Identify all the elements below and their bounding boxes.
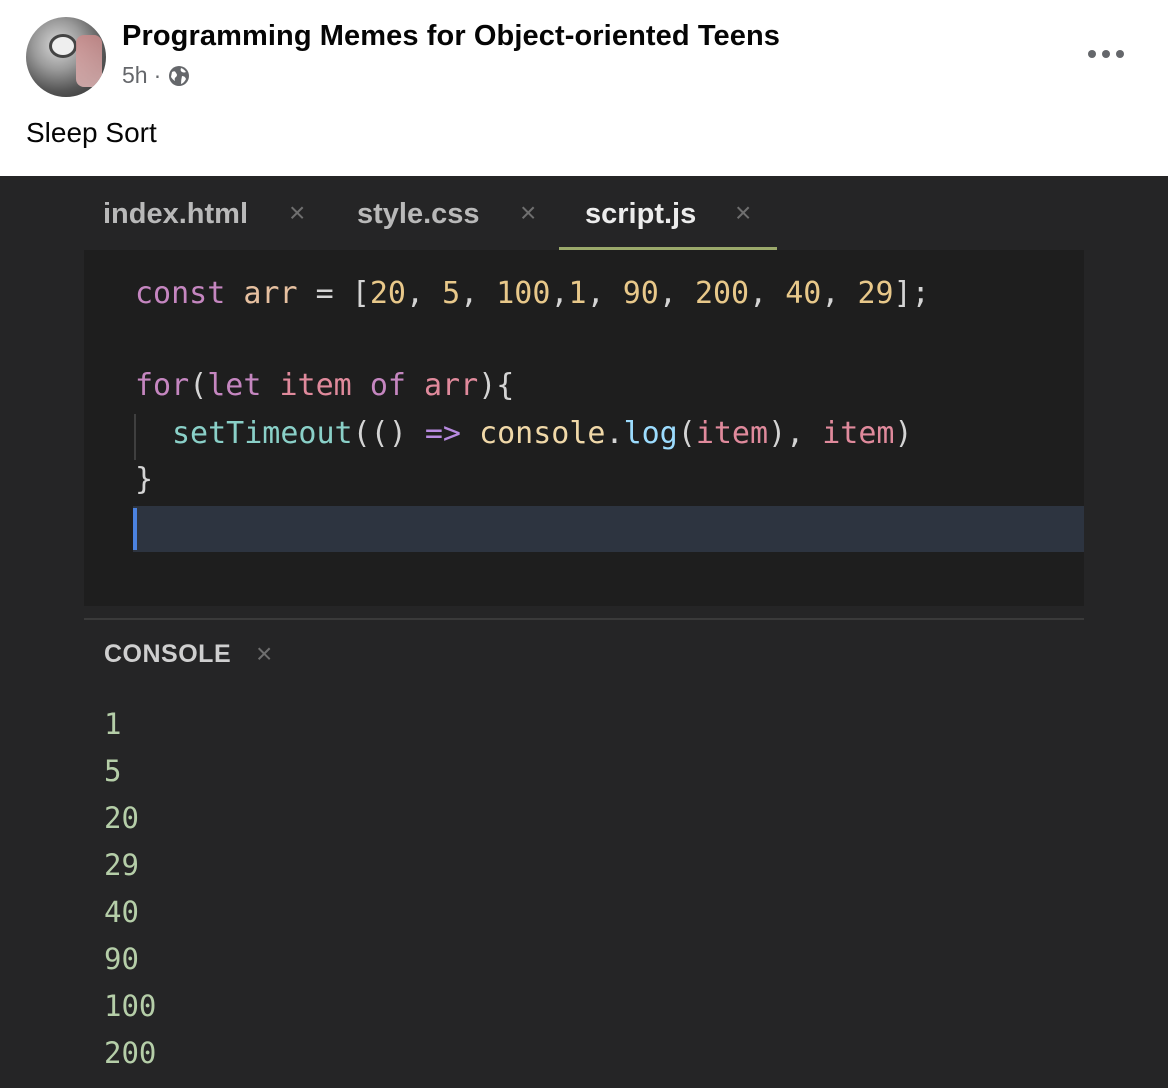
- code-editor[interactable]: const arr = [20, 5, 100,1, 90, 200, 40, …: [84, 250, 1084, 606]
- variable: arr: [424, 368, 479, 403]
- console-tab[interactable]: CONSOLE: [104, 640, 231, 669]
- punctuation: ((): [352, 416, 407, 451]
- post-header: Programming Memes for Object-oriented Te…: [0, 0, 1168, 176]
- post-image[interactable]: index.html × style.css × script.js × con…: [0, 176, 1168, 1088]
- close-icon[interactable]: ×: [735, 197, 751, 229]
- tab-label: style.css: [357, 198, 480, 230]
- punctuation: ,: [460, 276, 479, 311]
- meta-separator: ·: [153, 62, 162, 88]
- number: 100: [496, 276, 551, 311]
- punctuation: ,: [405, 276, 424, 311]
- post-time[interactable]: 5h: [122, 62, 148, 89]
- tab-label: index.html: [103, 198, 249, 230]
- tab-script-js[interactable]: script.js ×: [585, 197, 751, 231]
- close-icon[interactable]: ×: [289, 197, 305, 229]
- panel-divider[interactable]: [84, 618, 1084, 620]
- console-line: 200: [104, 1036, 157, 1070]
- close-icon[interactable]: ×: [256, 638, 272, 670]
- keyword: for: [135, 368, 190, 403]
- keyword: of: [369, 368, 406, 403]
- post-meta: 5h ·: [122, 62, 191, 89]
- console-line: 90: [104, 942, 139, 976]
- tab-index-html[interactable]: index.html ×: [103, 197, 305, 231]
- punctuation: }: [135, 462, 154, 497]
- post-text: Sleep Sort: [26, 117, 157, 148]
- console-line: 1: [104, 707, 122, 741]
- identifier: arr: [243, 276, 298, 311]
- group-name-link[interactable]: Programming Memes for Object-oriented Te…: [122, 20, 780, 53]
- punctuation: ): [894, 416, 913, 451]
- punctuation: ];: [893, 276, 930, 311]
- punctuation: ,: [658, 276, 677, 311]
- tab-label: script.js: [585, 198, 697, 230]
- dot: [1102, 50, 1110, 58]
- code-line-2: for(let item of arr){: [135, 368, 514, 403]
- operator: =: [315, 276, 334, 311]
- number: 29: [857, 276, 894, 311]
- avatar[interactable]: [26, 17, 106, 97]
- variable: item: [822, 416, 895, 451]
- dot: [1088, 50, 1096, 58]
- number: 200: [694, 276, 750, 311]
- text-cursor: [133, 508, 137, 550]
- function: setTimeout: [172, 416, 353, 451]
- punctuation: ,: [586, 276, 605, 311]
- punctuation: ){: [478, 368, 515, 403]
- close-icon[interactable]: ×: [520, 197, 536, 229]
- code-line-1: const arr = [20, 5, 100,1, 90, 200, 40, …: [135, 276, 930, 311]
- console-line: 20: [104, 801, 139, 835]
- editor-tab-bar: index.html × style.css × script.js ×: [84, 176, 1084, 250]
- punctuation: (: [189, 368, 208, 403]
- more-options-icon[interactable]: [1088, 42, 1124, 66]
- number: 1: [568, 276, 587, 311]
- punctuation: .: [605, 416, 624, 451]
- punctuation: (: [677, 416, 696, 451]
- number: 5: [442, 276, 461, 311]
- punctuation: ,: [550, 276, 569, 311]
- arrow-operator: =>: [424, 416, 461, 451]
- punctuation: ,: [821, 276, 840, 311]
- console-line: 29: [104, 848, 139, 882]
- number: 90: [622, 276, 659, 311]
- keyword: const: [135, 276, 226, 311]
- code-line-4: }: [135, 462, 153, 497]
- indent-guide: [134, 414, 136, 460]
- object: console: [479, 416, 606, 451]
- console-output: 1 5 20 29 40 90 100 200: [104, 704, 156, 1080]
- current-line-highlight[interactable]: [133, 506, 1084, 552]
- method: log: [623, 416, 678, 451]
- console-line: 100: [104, 989, 157, 1023]
- punctuation: ,: [749, 276, 768, 311]
- punctuation: ),: [768, 416, 805, 451]
- number: 40: [785, 276, 822, 311]
- number: 20: [369, 276, 406, 311]
- punctuation: [: [351, 276, 370, 311]
- console-line: 5: [104, 754, 122, 788]
- console-line: 40: [104, 895, 139, 929]
- variable: item: [279, 368, 352, 403]
- variable: item: [695, 416, 769, 451]
- tab-style-css[interactable]: style.css ×: [357, 197, 536, 231]
- globe-icon[interactable]: [167, 64, 191, 88]
- code-line-3: setTimeout(() => console.log(item), item…: [172, 416, 913, 451]
- dot: [1116, 50, 1124, 58]
- keyword: let: [207, 368, 262, 403]
